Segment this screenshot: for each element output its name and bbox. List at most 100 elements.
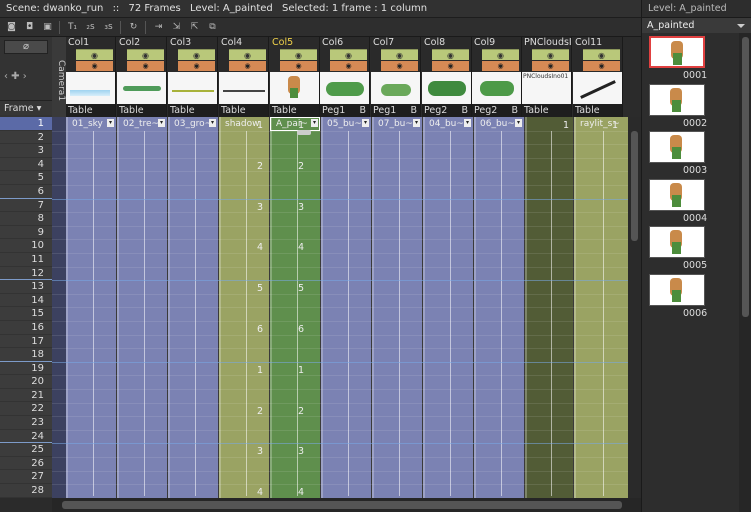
column-thumbnail[interactable] — [66, 72, 115, 104]
pegbar-field[interactable]: Table — [219, 104, 268, 117]
column-header-6[interactable]: Col6 ◉ ◉ Peg1 B — [320, 37, 370, 117]
close-subxsheet-icon[interactable]: ⇱ — [188, 21, 201, 34]
frame-dropdown[interactable]: Frame ▾ — [0, 100, 52, 115]
column-header-3[interactable]: Col3 ◉ ◉ Table — [168, 37, 218, 117]
add-column-icon[interactable]: ‹ ✚ › — [4, 71, 48, 83]
horizontal-scrollbar[interactable] — [52, 498, 641, 512]
new-vector-level-icon[interactable]: ◙ — [5, 21, 18, 34]
preview-visible-toggle-icon[interactable]: ◉ — [178, 49, 215, 60]
repeat-icon[interactable]: ↻ — [127, 21, 140, 34]
camstand-toggle-icon[interactable]: ◉ — [381, 61, 418, 71]
frame-number[interactable]: 28 — [0, 484, 52, 498]
frame-number[interactable]: 21 — [0, 389, 52, 403]
toggle-xsheet-icon[interactable]: ⌀ — [4, 40, 48, 54]
column-header-5[interactable]: Col5 ◉ ◉ Table — [270, 37, 320, 117]
camstand-toggle-icon[interactable]: ◉ — [330, 61, 367, 71]
cell-lock-icon[interactable]: ▾ — [209, 119, 216, 127]
pegbar-field[interactable]: Peg2 B — [422, 104, 471, 117]
frame-number[interactable]: 4 — [0, 158, 52, 172]
cell-lock-icon[interactable]: ▾ — [362, 119, 369, 127]
level-dropdown[interactable]: A_painted — [642, 18, 751, 33]
preview-visible-toggle-icon[interactable]: ◉ — [229, 49, 266, 60]
camstand-toggle-icon[interactable]: ◉ — [127, 61, 164, 71]
camstand-toggle-icon[interactable]: ◉ — [280, 61, 317, 71]
frame-number[interactable]: 15 — [0, 307, 52, 321]
collapse-icon[interactable]: ⇥ — [152, 21, 165, 34]
column-header-4[interactable]: Col4 ◉ ◉ Table — [219, 37, 269, 117]
column-name[interactable]: Col8 — [422, 37, 471, 49]
frame-number[interactable]: 17 — [0, 335, 52, 349]
camstand-toggle-icon[interactable]: ◉ — [583, 61, 620, 71]
preview-visible-toggle-icon[interactable]: ◉ — [280, 49, 317, 60]
column-thumbnail[interactable]: PNCloudsIno01 — [522, 72, 571, 104]
column-header-2[interactable]: Col2 ◉ ◉ Table — [117, 37, 167, 117]
preview-visible-toggle-icon[interactable]: ◉ — [330, 49, 367, 60]
level-frame-thumbnail[interactable] — [649, 83, 705, 116]
frame-number[interactable]: 9 — [0, 226, 52, 240]
column-header-9[interactable]: Col9 ◉ ◉ Peg2 B — [472, 37, 522, 117]
reframe-2s-icon[interactable]: ₂s — [84, 21, 97, 34]
camstand-toggle-icon[interactable]: ◉ — [482, 61, 519, 71]
column-name[interactable]: Col11 — [573, 37, 622, 49]
level-frame-thumbnail[interactable] — [649, 131, 705, 163]
pegbar-field[interactable]: Table — [168, 104, 217, 117]
camstand-toggle-icon[interactable]: ◉ — [432, 61, 469, 71]
frame-number[interactable]: 7 — [0, 199, 52, 213]
open-subxsheet-icon[interactable]: ⇲ — [170, 21, 183, 34]
vertical-scrollbar[interactable] — [628, 117, 641, 498]
frame-number[interactable]: 10 — [0, 239, 52, 253]
column-name[interactable]: PNCloudsIn — [522, 37, 571, 49]
frame-number[interactable]: 5 — [0, 171, 52, 185]
reframe-1s-icon[interactable]: T₁ — [66, 21, 79, 34]
pegbar-field[interactable]: Peg1 B — [371, 104, 420, 117]
frame-number[interactable]: 24 — [0, 430, 52, 444]
cell-lock-icon[interactable]: ▾ — [158, 119, 165, 127]
frame-number[interactable]: 3 — [0, 144, 52, 158]
pegbar-field[interactable]: Table — [66, 104, 115, 117]
level-frame-thumbnail[interactable] — [649, 226, 705, 258]
camstand-toggle-icon[interactable]: ◉ — [532, 61, 569, 71]
frame-number[interactable]: 8 — [0, 212, 52, 226]
cell-lock-icon[interactable]: ▾ — [107, 119, 114, 127]
camstand-toggle-icon[interactable]: ◉ — [76, 61, 113, 71]
column-thumbnail[interactable] — [219, 72, 268, 104]
preview-visible-toggle-icon[interactable]: ◉ — [127, 49, 164, 60]
pegbar-field[interactable]: Table — [117, 104, 166, 117]
level-strip-scrollbar[interactable] — [739, 33, 751, 512]
pegbar-field[interactable]: Peg1 B — [320, 104, 369, 117]
reframe-3s-icon[interactable]: ₃s — [102, 21, 115, 34]
column-header-11[interactable]: Col11 ◉ ◉ Table — [573, 37, 623, 117]
column-thumbnail[interactable] — [371, 72, 420, 104]
frame-number[interactable]: 12 — [0, 267, 52, 281]
level-frame-thumbnail[interactable] — [649, 36, 705, 68]
column-thumbnail[interactable] — [472, 72, 521, 104]
column-name[interactable]: Col9 — [472, 37, 521, 49]
column-thumbnail[interactable] — [270, 72, 319, 104]
preview-visible-toggle-icon[interactable]: ◉ — [381, 49, 418, 60]
column-name[interactable]: Col3 — [168, 37, 217, 49]
camstand-toggle-icon[interactable]: ◉ — [178, 61, 215, 71]
cell-lock-icon[interactable]: ▾ — [311, 119, 318, 127]
column-header-8[interactable]: Col8 ◉ ◉ Peg2 B — [422, 37, 472, 117]
frame-number[interactable]: 27 — [0, 470, 52, 485]
column-thumbnail[interactable] — [168, 72, 217, 104]
frame-number[interactable]: 19 — [0, 362, 52, 376]
frame-number[interactable]: 23 — [0, 416, 52, 430]
new-raster-level-icon[interactable]: ▣ — [41, 21, 54, 34]
frame-number[interactable]: 13 — [0, 280, 52, 294]
column-name[interactable]: Col7 — [371, 37, 420, 49]
preview-visible-toggle-icon[interactable]: ◉ — [432, 49, 469, 60]
column-thumbnail[interactable] — [422, 72, 471, 104]
column-name[interactable]: Col5 — [270, 37, 319, 49]
smart-tab-handle[interactable] — [297, 130, 311, 135]
cell-lock-icon[interactable]: ▾ — [413, 119, 420, 127]
column-header-1[interactable]: Col1 ◉ ◉ Table — [66, 37, 116, 117]
pegbar-field[interactable]: Table — [573, 104, 622, 117]
column-name[interactable]: Col1 — [66, 37, 115, 49]
frame-number[interactable]: 11 — [0, 253, 52, 267]
save-subxsheet-icon[interactable]: ⧉ — [206, 21, 219, 34]
frame-number[interactable]: 25 — [0, 443, 52, 457]
frame-number[interactable]: 2 — [0, 131, 52, 145]
cell-lock-icon[interactable]: ▾ — [515, 119, 522, 127]
column-header-7[interactable]: Col7 ◉ ◉ Peg1 B — [371, 37, 421, 117]
